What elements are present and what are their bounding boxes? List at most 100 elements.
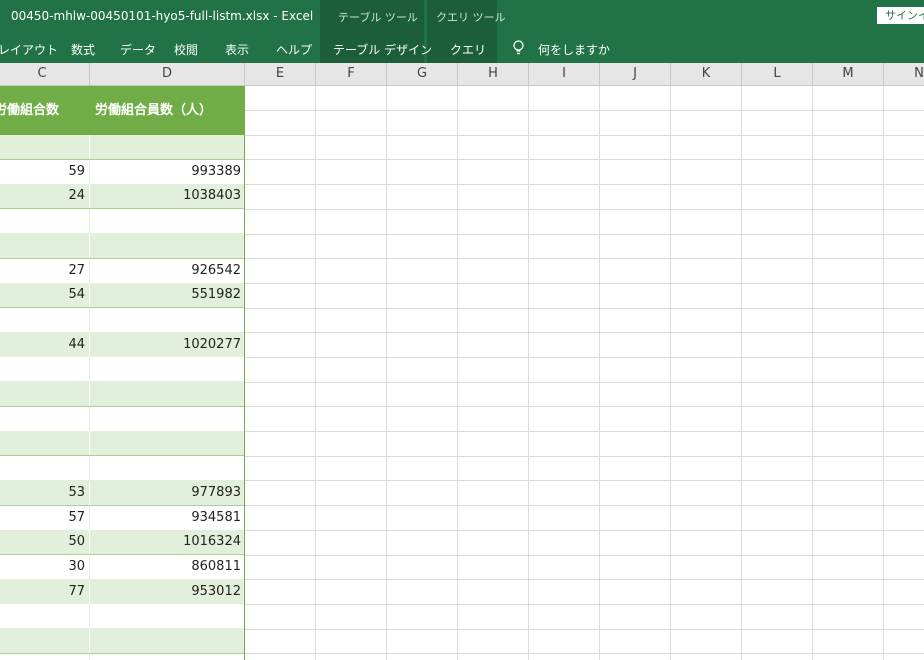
table-row: 24 1038403: [0, 184, 244, 209]
cell-member-count[interactable]: 953012: [90, 580, 244, 604]
column-header-j[interactable]: J: [600, 63, 671, 85]
cell-member-count[interactable]: [90, 604, 244, 628]
cell-member-count[interactable]: [90, 135, 244, 159]
column-header-n[interactable]: N: [884, 63, 924, 85]
tab-page-layout[interactable]: レイアウト: [0, 41, 58, 58]
table-row: 53 977893: [0, 481, 244, 506]
cell-member-count[interactable]: [90, 629, 244, 653]
gridline-horizontal: [245, 456, 924, 457]
cell-union-count[interactable]: [0, 209, 90, 233]
cell-union-count[interactable]: 44: [0, 333, 90, 357]
cell-union-count[interactable]: 27: [0, 259, 90, 283]
header-union-count[interactable]: 労働組合数: [0, 86, 59, 135]
cell-member-count[interactable]: 934581: [90, 506, 244, 530]
column-header-c[interactable]: C: [0, 63, 90, 85]
tab-review[interactable]: 校閲: [174, 41, 198, 58]
column-header-d[interactable]: D: [90, 63, 245, 85]
table-row: 57 934581: [0, 506, 244, 531]
gridline-horizontal: [245, 505, 924, 506]
table-row: [0, 357, 244, 382]
column-header-k[interactable]: K: [671, 63, 742, 85]
table-row: [0, 308, 244, 333]
cell-union-count[interactable]: [0, 308, 90, 332]
cell-union-count[interactable]: 50: [0, 530, 90, 554]
cell-member-count[interactable]: [90, 234, 244, 258]
cell-union-count[interactable]: 59: [0, 160, 90, 184]
tab-help[interactable]: ヘルプ: [276, 41, 312, 58]
query-tools-label: クエリ ツール: [436, 11, 506, 24]
gridline-horizontal: [245, 530, 924, 531]
gridline-vertical: [670, 86, 671, 660]
gridline-vertical: [812, 86, 813, 660]
cell-member-count[interactable]: 860811: [90, 555, 244, 579]
table-row: [0, 654, 244, 660]
cell-union-count[interactable]: [0, 382, 90, 406]
cell-union-count[interactable]: [0, 604, 90, 628]
cell-union-count[interactable]: 24: [0, 184, 90, 208]
cell-member-count[interactable]: 977893: [90, 481, 244, 505]
tab-table-design[interactable]: テーブル デザイン: [333, 41, 432, 58]
cell-member-count[interactable]: [90, 654, 244, 660]
cell-union-count[interactable]: 57: [0, 506, 90, 530]
column-header-l[interactable]: L: [742, 63, 813, 85]
column-header-bar: CDEFGHIJKLMN: [0, 63, 924, 86]
cell-member-count[interactable]: 926542: [90, 259, 244, 283]
tab-view[interactable]: 表示: [225, 41, 249, 58]
cell-member-count[interactable]: [90, 456, 244, 480]
table-row: [0, 135, 244, 160]
gridline-vertical: [528, 86, 529, 660]
cell-union-count[interactable]: [0, 234, 90, 258]
cell-union-count[interactable]: 53: [0, 481, 90, 505]
cell-union-count[interactable]: 30: [0, 555, 90, 579]
tab-formulas[interactable]: 数式: [71, 41, 95, 58]
column-header-f[interactable]: F: [316, 63, 387, 85]
cell-member-count[interactable]: [90, 357, 244, 381]
cell-member-count[interactable]: [90, 308, 244, 332]
cell-member-count[interactable]: 993389: [90, 160, 244, 184]
tell-me-search[interactable]: 何をしますか: [538, 41, 610, 58]
signin-button[interactable]: サインイン: [877, 7, 924, 24]
gridline-horizontal: [245, 110, 924, 111]
table-row: [0, 209, 244, 234]
cell-union-count[interactable]: [0, 629, 90, 653]
gridline-horizontal: [245, 135, 924, 136]
column-header-e[interactable]: E: [245, 63, 316, 85]
cell-member-count[interactable]: [90, 382, 244, 406]
gridline-horizontal: [245, 629, 924, 630]
column-header-m[interactable]: M: [813, 63, 884, 85]
gridline-horizontal: [245, 480, 924, 481]
column-header-i[interactable]: I: [529, 63, 600, 85]
tab-query[interactable]: クエリ: [450, 41, 486, 58]
cell-union-count[interactable]: [0, 357, 90, 381]
cell-member-count[interactable]: 551982: [90, 283, 244, 307]
table-row: [0, 629, 244, 654]
cell-union-count[interactable]: [0, 654, 90, 660]
gridline-horizontal: [245, 653, 924, 654]
cell-member-count[interactable]: [90, 407, 244, 431]
cell-union-count[interactable]: [0, 456, 90, 480]
gridline-horizontal: [245, 555, 924, 556]
tab-data[interactable]: データ: [120, 41, 156, 58]
worksheet-grid[interactable]: 労働組合数 労働組合員数（人） 59 993389 24 1038403 27 92654…: [0, 86, 924, 660]
gridline-vertical: [599, 86, 600, 660]
cell-union-count[interactable]: 54: [0, 283, 90, 307]
header-member-count[interactable]: 労働組合員数（人）: [95, 86, 212, 135]
cell-member-count[interactable]: 1016324: [90, 530, 244, 554]
gridline-horizontal: [245, 184, 924, 185]
gridline-horizontal: [245, 357, 924, 358]
table-row: 44 1020277: [0, 333, 244, 358]
column-header-h[interactable]: H: [458, 63, 529, 85]
table-row: [0, 407, 244, 432]
table-row: [0, 431, 244, 456]
gridline-vertical: [386, 86, 387, 660]
cell-union-count[interactable]: 77: [0, 580, 90, 604]
cell-union-count[interactable]: [0, 431, 90, 455]
cell-member-count[interactable]: [90, 209, 244, 233]
cell-union-count[interactable]: [0, 407, 90, 431]
cell-member-count[interactable]: 1038403: [90, 184, 244, 208]
cell-member-count[interactable]: 1020277: [90, 333, 244, 357]
cell-union-count[interactable]: [0, 135, 90, 159]
column-header-g[interactable]: G: [387, 63, 458, 85]
cell-member-count[interactable]: [90, 431, 244, 455]
table-row: 77 953012: [0, 580, 244, 605]
